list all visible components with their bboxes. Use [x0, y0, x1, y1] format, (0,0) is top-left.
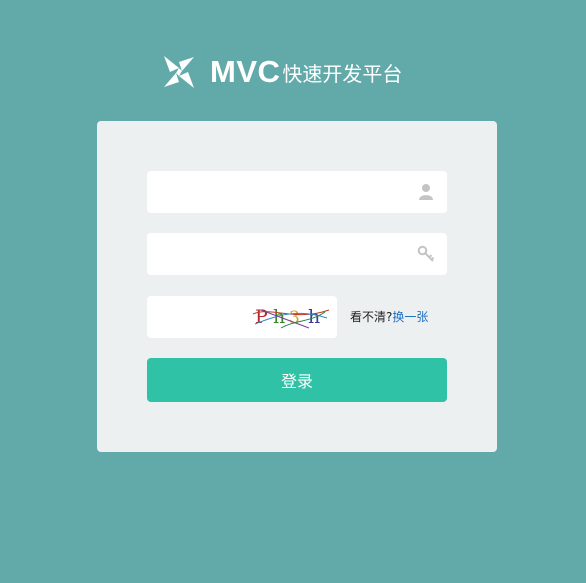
- login-button[interactable]: 登录: [147, 358, 447, 402]
- captcha-char: 3: [289, 308, 300, 328]
- brand-title: MVC: [210, 54, 281, 89]
- password-field[interactable]: [147, 233, 447, 275]
- login-card: P h 3 h 看不清?换一张 登录: [97, 121, 497, 452]
- captcha-image[interactable]: P h 3 h: [251, 302, 331, 332]
- username-input[interactable]: [147, 171, 447, 213]
- brand-header: MVC 快速开发平台: [162, 52, 402, 92]
- brand-subtitle: 快速开发平台: [282, 62, 403, 86]
- captcha-refresh-link[interactable]: 换一张: [392, 310, 428, 324]
- username-field[interactable]: [147, 171, 447, 213]
- user-icon: [419, 184, 433, 200]
- captcha-tip: 看不清?换一张: [350, 296, 428, 338]
- password-input[interactable]: [147, 233, 447, 275]
- captcha-tip-text: 看不清?: [350, 310, 393, 324]
- captcha-field[interactable]: P h 3 h: [147, 296, 337, 338]
- captcha-char: P: [255, 306, 268, 328]
- pinwheel-logo-icon: [164, 56, 194, 88]
- captcha-input[interactable]: [147, 296, 247, 338]
- key-icon: [417, 245, 435, 262]
